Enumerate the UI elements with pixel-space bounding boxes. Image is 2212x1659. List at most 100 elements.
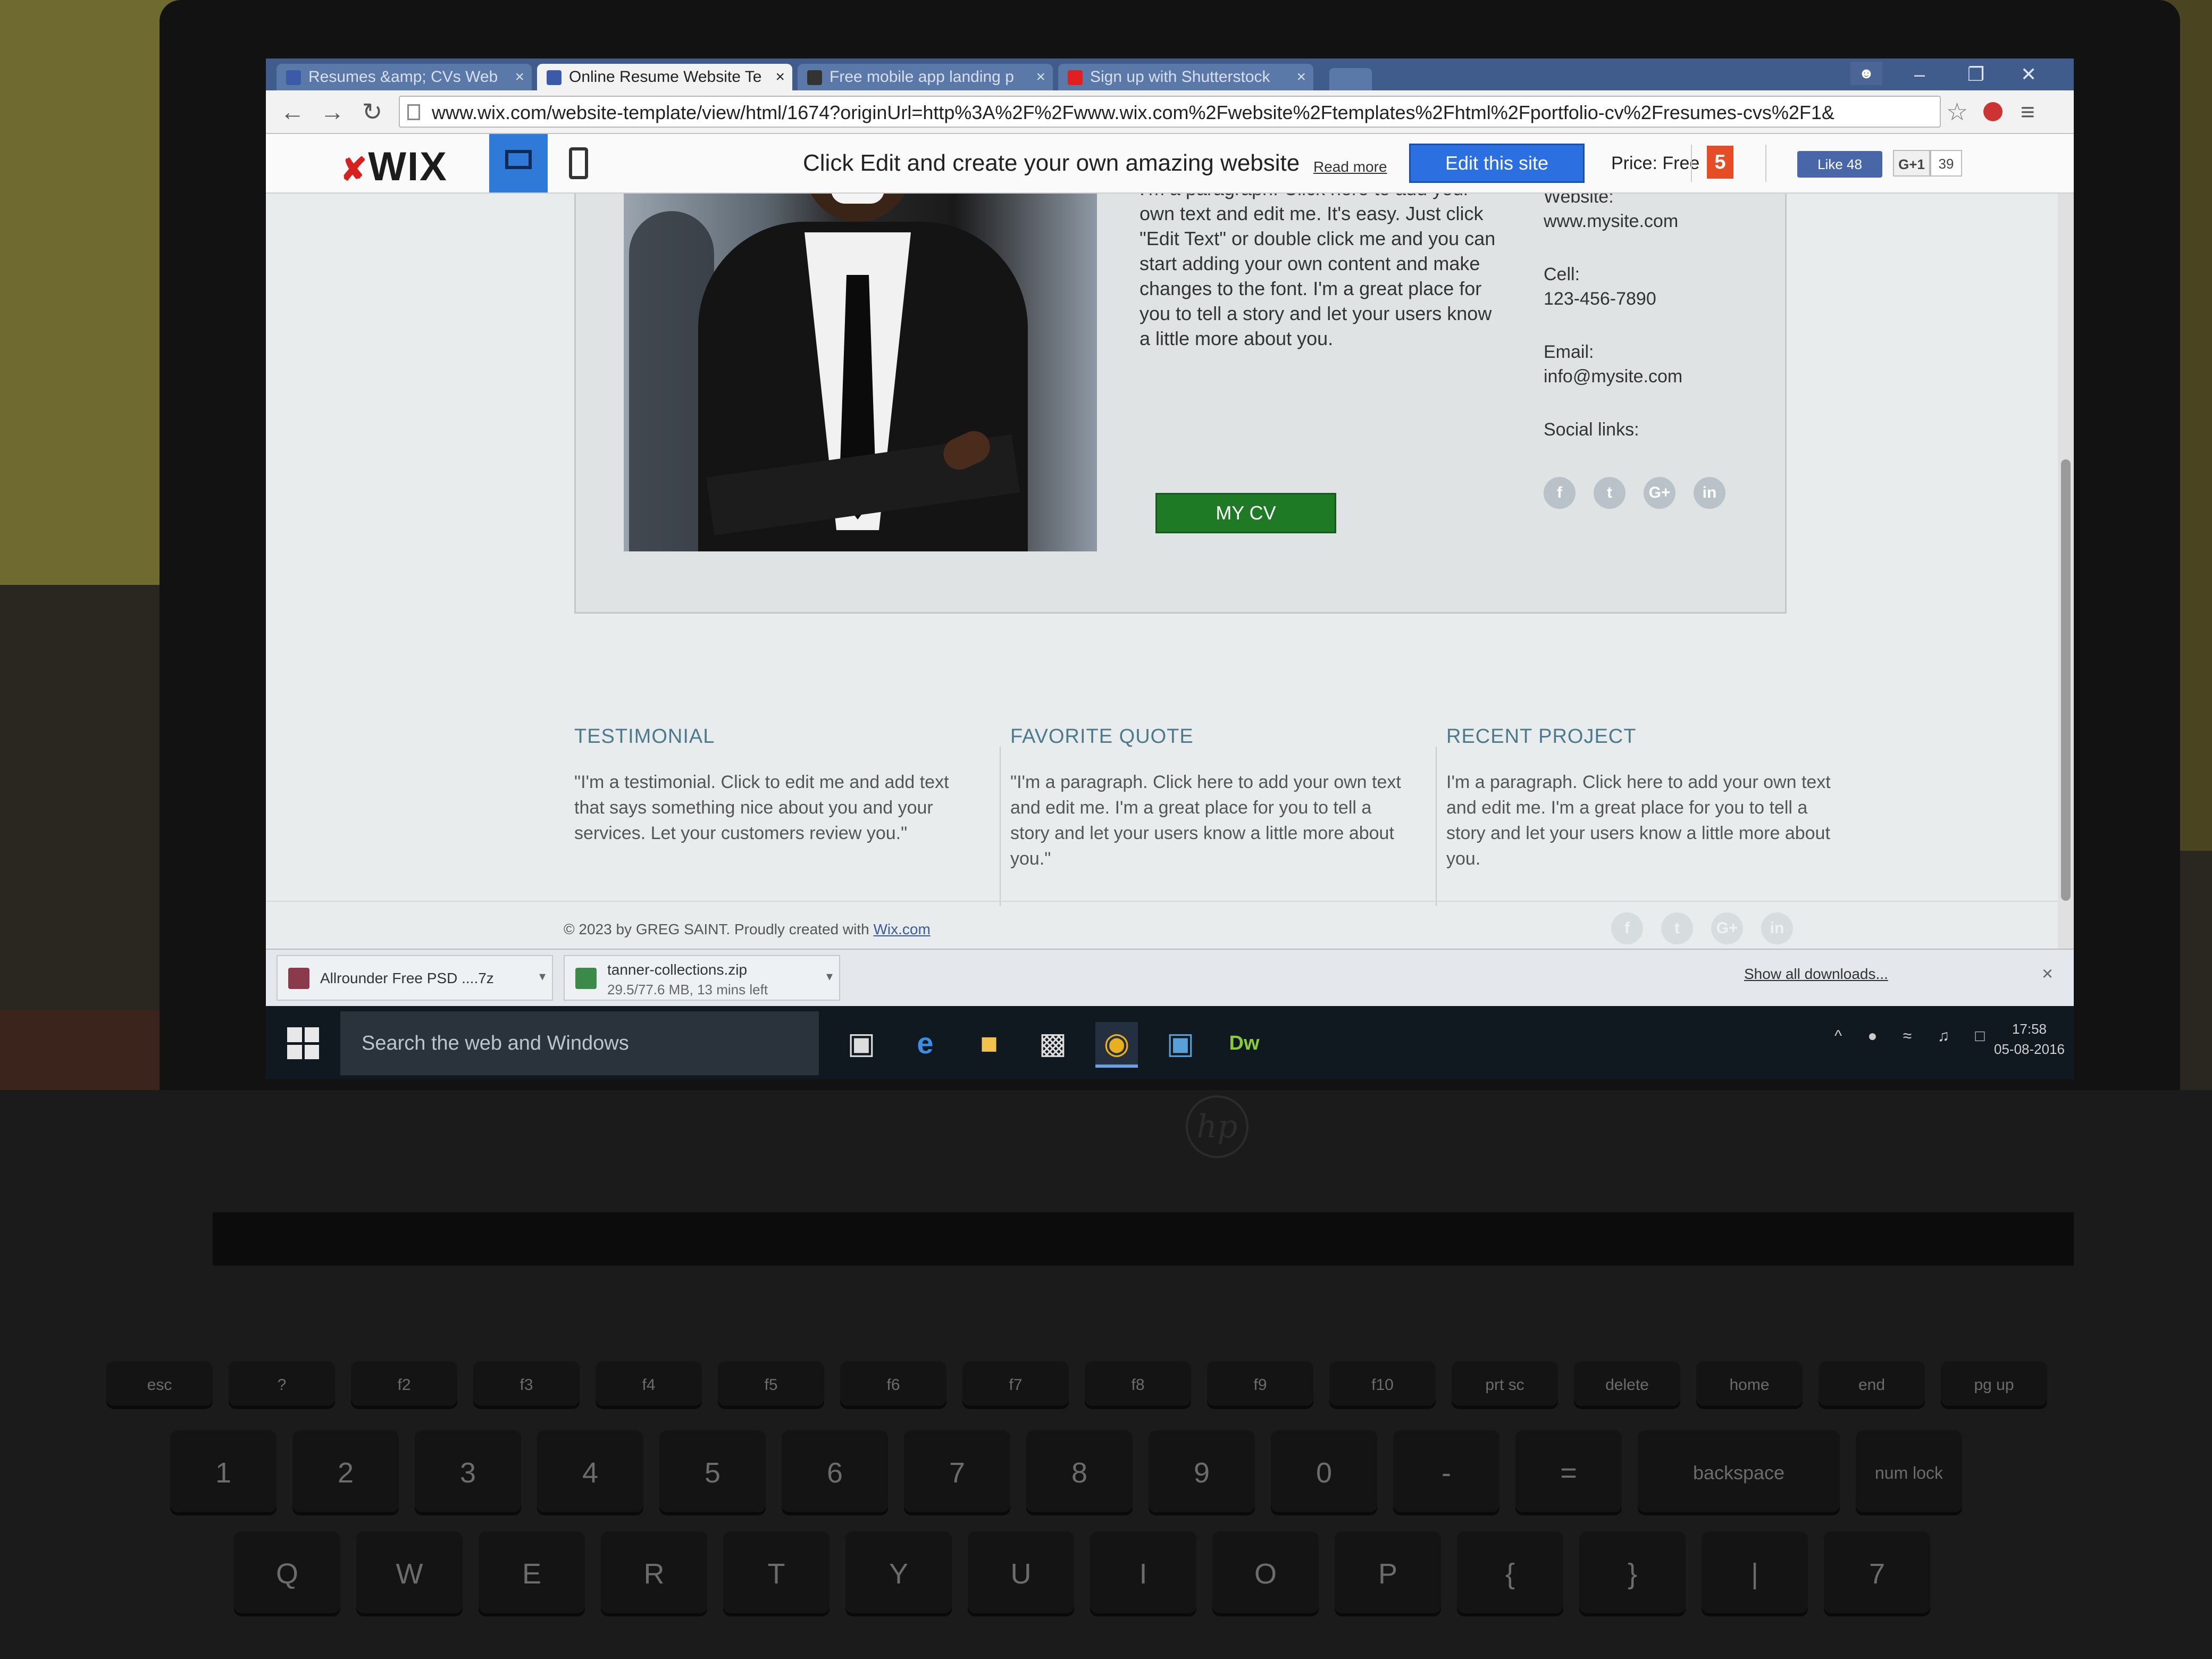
keyboard-key: U	[968, 1531, 1074, 1616]
keyboard-key: 3	[415, 1430, 521, 1515]
wix-link[interactable]: Wix.com	[873, 921, 930, 937]
restore-icon[interactable]: ❐	[1967, 58, 1984, 90]
close-window-icon[interactable]: ✕	[2021, 58, 2037, 90]
google-plus-icon[interactable]: G+	[1711, 912, 1743, 944]
mobile-view-icon[interactable]	[569, 147, 588, 179]
store-icon[interactable]: ▩	[1032, 1022, 1074, 1065]
show-all-downloads-link[interactable]: Show all downloads...	[1744, 966, 1888, 983]
shutterstock-favicon-icon	[1068, 70, 1083, 85]
keyboard-key: I	[1090, 1531, 1196, 1616]
twitter-icon[interactable]: t	[1594, 477, 1626, 509]
forward-arrow-icon[interactable]: →	[316, 96, 348, 128]
reload-icon[interactable]: ↻	[356, 96, 388, 128]
keyboard-key: delete	[1574, 1361, 1680, 1409]
website-value[interactable]: www.mysite.com	[1544, 209, 1767, 233]
google-plus-icon[interactable]: G+	[1644, 477, 1675, 509]
windows-start-icon[interactable]	[287, 1027, 319, 1059]
linkedin-icon[interactable]: in	[1694, 477, 1725, 509]
keyboard-key: f2	[351, 1361, 457, 1409]
taskbar-clock[interactable]: 17:58 05-08-2016	[1994, 1019, 2065, 1059]
twitter-icon[interactable]: t	[1661, 912, 1693, 944]
download-name: Allrounder Free PSD ....7z	[320, 970, 494, 986]
google-plus-button[interactable]: G+1	[1893, 150, 1930, 177]
minimize-icon[interactable]: –	[1914, 58, 1925, 90]
dreamweaver-icon[interactable]: Dw	[1223, 1022, 1266, 1065]
footer-social-links: f t G+ in	[1611, 912, 1793, 944]
close-tab-icon[interactable]: ×	[1036, 64, 1045, 90]
edge-icon[interactable]: e	[904, 1022, 946, 1065]
keyboard-key: 1	[170, 1430, 276, 1515]
chevron-down-icon[interactable]: ▾	[826, 969, 833, 984]
wix-logo[interactable]: ✘WIX	[340, 144, 448, 190]
profile-photo	[624, 194, 1097, 551]
tab-resumes[interactable]: Resumes &amp; CVs Web ×	[276, 64, 532, 90]
my-cv-button[interactable]: MY CV	[1155, 493, 1336, 533]
file-explorer-icon[interactable]: ■	[968, 1022, 1010, 1065]
intro-paragraph: I'm a paragraph. Click here to add your …	[1139, 194, 1496, 349]
scrollbar-thumb[interactable]	[2061, 459, 2071, 901]
facebook-icon[interactable]: f	[1544, 477, 1576, 509]
download-name: tanner-collections.zip	[607, 961, 748, 978]
back-arrow-icon[interactable]: ←	[276, 96, 308, 128]
tab-title: Online Resume Website Te	[569, 68, 762, 86]
archive-file-icon	[288, 968, 309, 989]
laptop-hinge	[213, 1212, 2074, 1266]
linkedin-icon[interactable]: in	[1761, 912, 1793, 944]
keyboard-key: E	[479, 1531, 585, 1616]
chevron-down-icon[interactable]: ▾	[539, 969, 546, 984]
close-tab-icon[interactable]: ×	[515, 64, 524, 90]
chrome-menu-icon[interactable]: ≡	[2021, 96, 2035, 128]
keyboard-key: pg up	[1941, 1361, 2047, 1409]
laptop-keyboard: esc ? f2 f3 f4 f5 f6 f7 f8 f9 f10 prt sc…	[106, 1361, 2127, 1659]
page-scrollbar[interactable]	[2058, 194, 2074, 949]
keyboard-key: 0	[1271, 1430, 1377, 1515]
close-tab-icon[interactable]: ×	[1296, 64, 1306, 90]
download-item[interactable]: Allrounder Free PSD ....7z ▾	[276, 955, 553, 1001]
tab-title: Sign up with Shutterstock	[1090, 68, 1270, 86]
keyboard-key: 2	[292, 1430, 399, 1515]
promo-text: Click Edit and create your own amazing w…	[803, 150, 1300, 176]
zip-file-icon	[575, 968, 597, 989]
taskbar-search-input[interactable]: Search the web and Windows	[340, 1011, 819, 1075]
profile-card: I'm a paragraph. Click here to add your …	[574, 194, 1787, 614]
keyboard-key: f4	[596, 1361, 702, 1409]
close-icon[interactable]: ×	[2042, 962, 2053, 985]
facebook-like-button[interactable]: Like 48	[1797, 151, 1882, 178]
keyboard-key: f8	[1085, 1361, 1191, 1409]
edit-this-site-button[interactable]: Edit this site	[1409, 144, 1585, 183]
bookmark-star-icon[interactable]: ☆	[1946, 96, 1968, 128]
keyboard-key: 7	[1824, 1531, 1930, 1616]
download-item[interactable]: tanner-collections.zip 29.5/77.6 MB, 13 …	[564, 955, 840, 1001]
column-divider	[1000, 747, 1001, 906]
wix-favicon-icon	[547, 70, 562, 85]
user-profile-icon[interactable]: ☻	[1850, 62, 1882, 85]
url-input[interactable]: www.wix.com/website-template/view/html/1…	[399, 96, 1941, 128]
url-text: www.wix.com/website-template/view/html/1…	[432, 102, 1834, 123]
photos-icon[interactable]: ▣	[1159, 1022, 1202, 1065]
column-text: I'm a paragraph. Click here to add your …	[1446, 772, 1831, 869]
email-value[interactable]: info@mysite.com	[1544, 364, 1767, 389]
tab-free-mobile-app[interactable]: Free mobile app landing p ×	[798, 64, 1053, 90]
keyboard-key: P	[1335, 1531, 1441, 1616]
keyboard-key: 8	[1026, 1430, 1133, 1515]
chrome-icon[interactable]: ◉	[1095, 1022, 1138, 1068]
close-tab-icon[interactable]: ×	[775, 64, 785, 90]
column-divider	[1436, 747, 1437, 906]
task-view-icon[interactable]: ▣	[840, 1022, 883, 1065]
desktop-view-button[interactable]	[489, 134, 548, 192]
tab-online-resume[interactable]: Online Resume Website Te ×	[537, 64, 792, 90]
wix-preview-bar: ✘WIX Click Edit and create your own amaz…	[266, 134, 2074, 194]
divider	[1691, 145, 1692, 182]
facebook-icon[interactable]: f	[1611, 912, 1643, 944]
read-more-link[interactable]: Read more	[1313, 158, 1387, 175]
system-tray-icons[interactable]: ^ ● ≈ ♫ □	[1834, 1027, 1996, 1045]
tab-shutterstock[interactable]: Sign up with Shutterstock ×	[1058, 64, 1313, 90]
keyboard-key: {	[1457, 1531, 1563, 1616]
keyboard-key: f3	[473, 1361, 580, 1409]
download-status: 29.5/77.6 MB, 13 mins left	[607, 982, 768, 998]
keyboard-key: Q	[234, 1531, 340, 1616]
price-label: Price: Free	[1611, 153, 1700, 173]
new-tab-button[interactable]	[1329, 68, 1372, 90]
extension-icon[interactable]	[1983, 102, 2002, 121]
page-viewport: I'm a paragraph. Click here to add your …	[266, 194, 2074, 949]
